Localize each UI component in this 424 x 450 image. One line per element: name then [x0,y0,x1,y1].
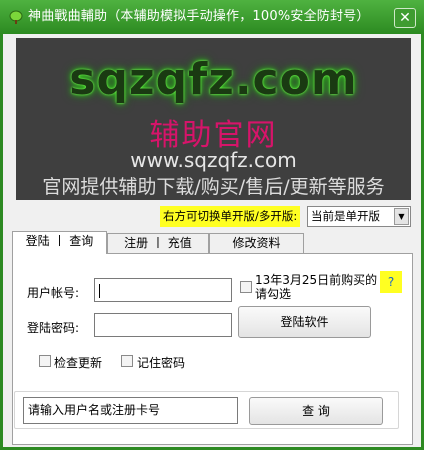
query-input[interactable]: 请输入用户名或注册卡号 [23,397,238,424]
main-content: sqzqfz.com 辅助官网 www.sqzqfz.com 官网提供辅助下载/… [3,34,421,447]
password-input[interactable] [94,313,232,337]
banner-image[interactable]: sqzqfz.com 辅助官网 www.sqzqfz.com 官网提供辅助下载/… [16,38,411,200]
account-label: 用户帐号: [27,286,80,300]
password-label: 登陆密码: [27,321,80,335]
window-title: 神曲戰曲輔助（本辅助模拟手动操作，100%安全防封号） [28,9,370,24]
mode-select[interactable]: 当前是单开版 ▼ [307,206,411,227]
banner-url: www.sqzqfz.com [130,148,297,172]
account-input[interactable] [94,278,232,302]
purchase-before-checkbox[interactable] [240,281,252,293]
remember-password-checkbox[interactable] [121,355,133,367]
purchase-before-label: 13年3月25日前购买的请勾选 [255,273,378,301]
tab-edit-profile[interactable]: 修改资料 [209,233,304,253]
dropdown-arrow-icon[interactable]: ▼ [394,208,409,225]
leaf-icon [9,10,23,24]
title-bar[interactable]: 神曲戰曲輔助（本辅助模拟手动操作，100%安全防封号） ✕ [0,0,424,34]
banner-services-text: 官网提供辅助下载/购买/售后/更新等服务 [42,176,385,198]
mode-switch-label: 右方可切换单开版/多开版: [160,206,301,227]
help-icon[interactable]: ? [380,271,402,293]
tab-register-recharge[interactable]: 注册 丨 充值 [107,233,209,253]
check-update-checkbox[interactable] [39,355,51,367]
banner-logo-text: sqzqfz.com [69,54,358,105]
query-button[interactable]: 查 询 [249,397,383,425]
mode-selected-value: 当前是单开版 [311,209,380,223]
login-button[interactable]: 登陆软件 [238,306,371,338]
close-button[interactable]: ✕ [394,8,416,28]
app-window: 神曲戰曲輔助（本辅助模拟手动操作，100%安全防封号） ✕ sqzqfz.com… [0,0,424,450]
remember-password-label: 记住密码 [137,356,186,370]
text-caret [99,283,100,298]
check-update-label: 检查更新 [54,356,103,370]
tab-login-query[interactable]: 登陆 丨 查询 [12,231,107,254]
